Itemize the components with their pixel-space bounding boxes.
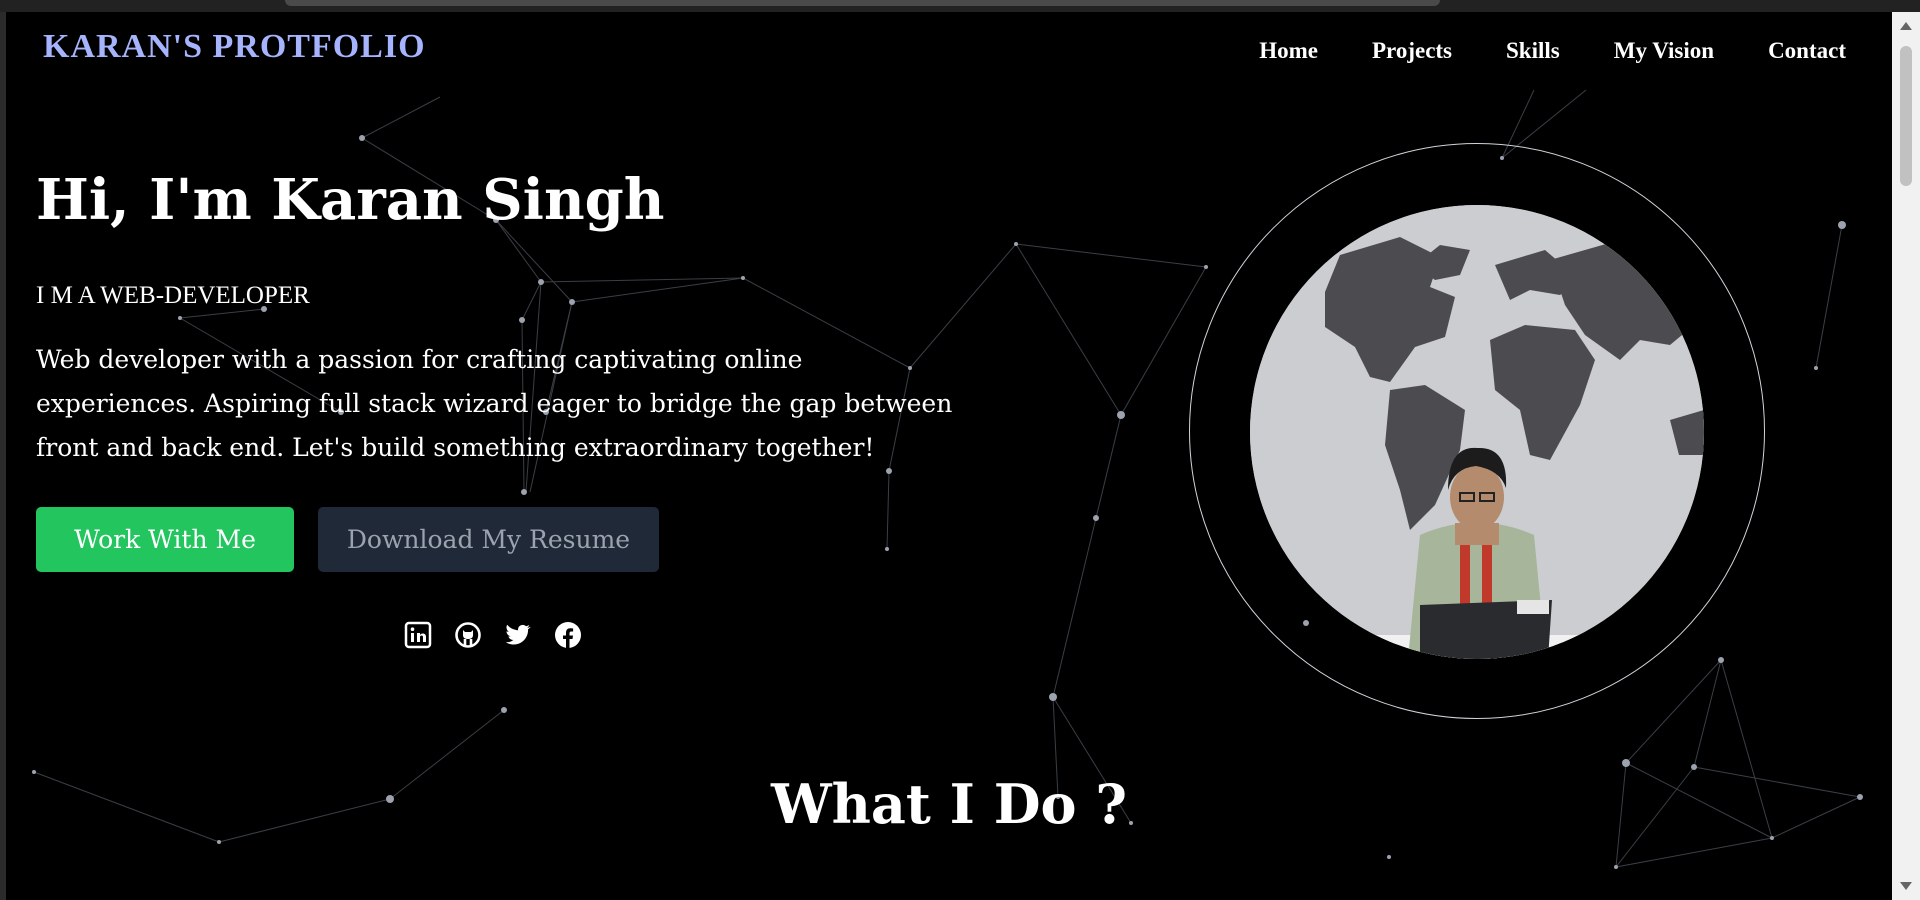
nav-home[interactable]: Home xyxy=(1259,38,1318,64)
facebook-icon[interactable] xyxy=(553,620,583,650)
scroll-down-arrow-icon[interactable] xyxy=(1900,882,1912,890)
nav-skills[interactable]: Skills xyxy=(1506,38,1560,64)
what-i-do-heading: What I Do ? xyxy=(771,772,1127,836)
scrollbar-thumb[interactable] xyxy=(1900,46,1912,186)
linkedin-icon[interactable] xyxy=(403,620,433,650)
github-icon[interactable] xyxy=(453,620,483,650)
main-nav: Home Projects Skills My Vision Contact xyxy=(1259,38,1846,64)
browser-tab-strip xyxy=(285,0,1440,6)
nav-projects[interactable]: Projects xyxy=(1372,38,1452,64)
hero-title: Hi, I'm Karan Singh xyxy=(36,167,665,233)
browser-top-bar xyxy=(0,0,1920,12)
scroll-up-arrow-icon[interactable] xyxy=(1900,22,1912,30)
brand-logo[interactable]: KARAN'S PROTFOLIO xyxy=(43,28,426,66)
vertical-scrollbar[interactable] xyxy=(1892,12,1920,900)
twitter-icon[interactable] xyxy=(503,620,533,650)
hero-description: Web developer with a passion for craftin… xyxy=(36,345,953,462)
hero-subtitle: I M A WEB-DEVELOPER xyxy=(36,282,310,309)
social-links xyxy=(403,620,583,650)
page-viewport: KARAN'S PROTFOLIO Home Projects Skills M… xyxy=(6,12,1892,900)
download-resume-button[interactable]: Download My Resume xyxy=(318,507,659,572)
profile-photo xyxy=(1250,205,1704,659)
nav-contact[interactable]: Contact xyxy=(1768,38,1846,64)
nav-my-vision[interactable]: My Vision xyxy=(1614,38,1714,64)
work-with-me-button[interactable]: Work With Me xyxy=(36,507,294,572)
